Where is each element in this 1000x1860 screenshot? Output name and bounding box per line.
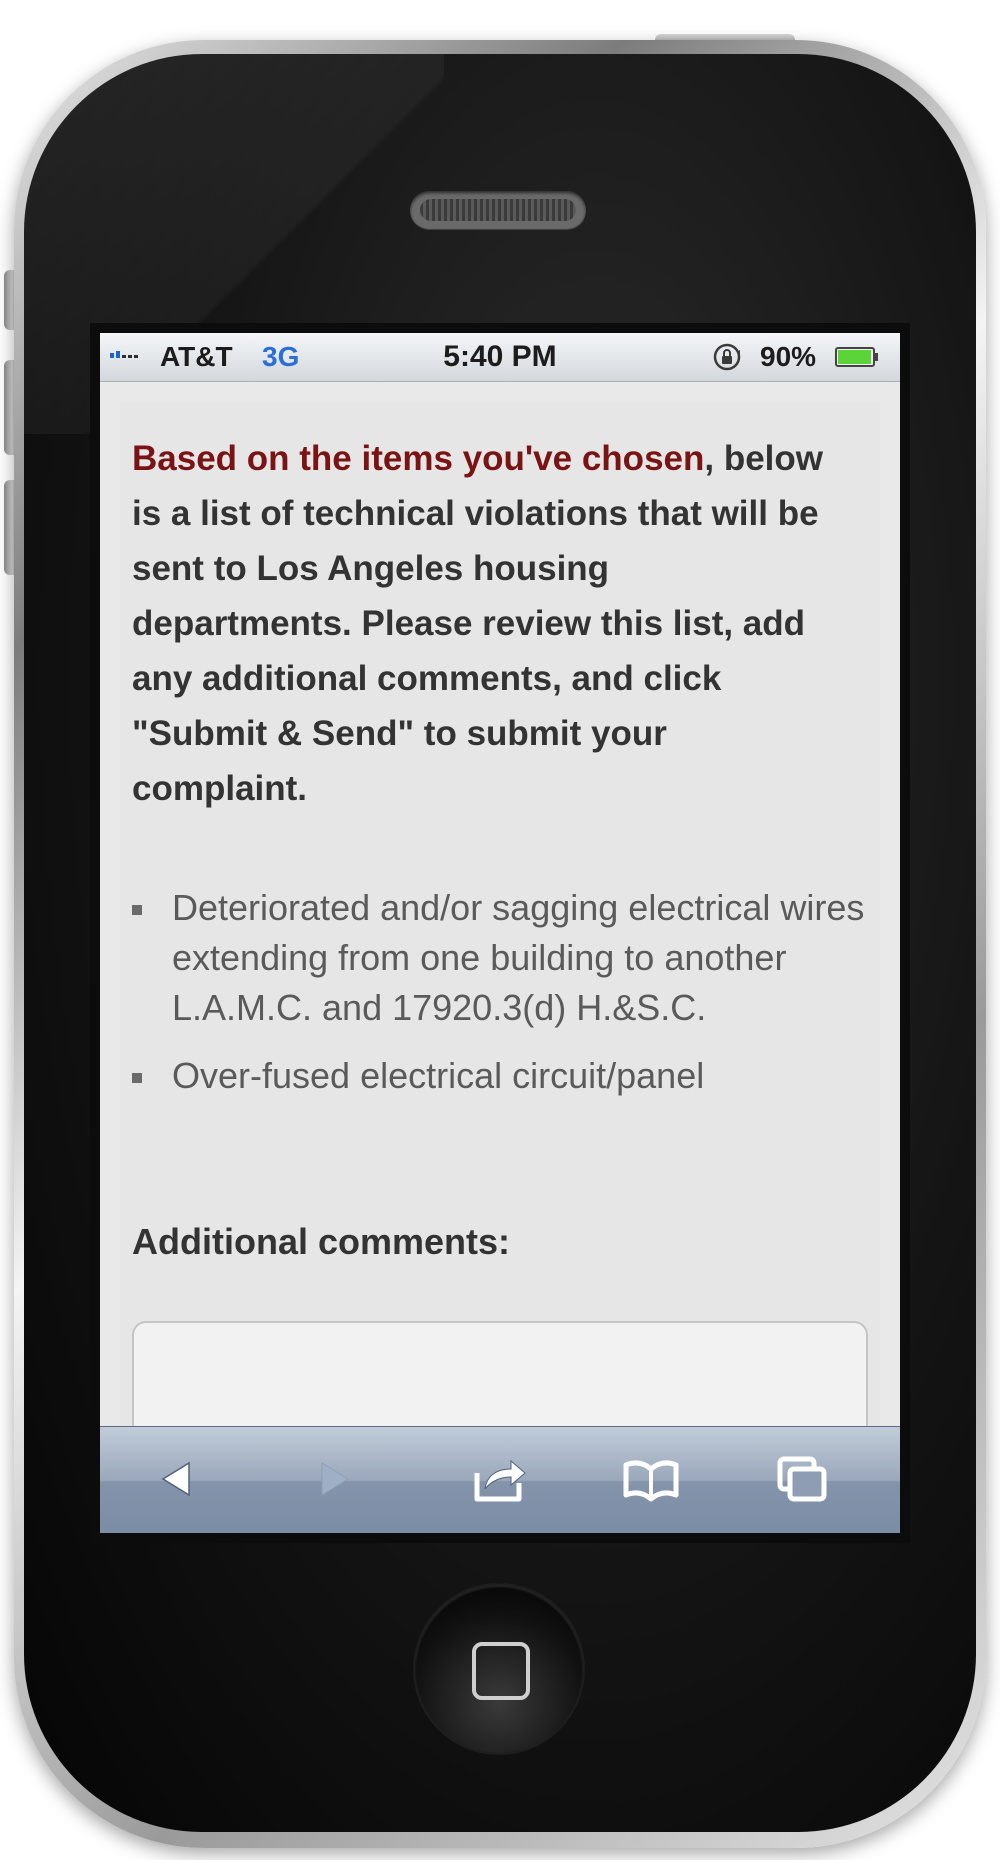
rotation-lock-icon xyxy=(713,343,741,371)
bullet-icon xyxy=(132,905,142,915)
comments-label: Additional comments: xyxy=(132,1221,511,1262)
list-item: Deteriorated and/or sagging electrical w… xyxy=(132,883,872,1033)
intro-paragraph: Based on the items you've chosen, below … xyxy=(120,401,832,816)
intro-text: , below is a list of technical violation… xyxy=(132,439,823,808)
bookmarks-icon[interactable] xyxy=(618,1449,684,1509)
battery-icon xyxy=(835,347,878,367)
phone-screen: AT&T 3G 5:40 PM 90% Based on the items y… xyxy=(100,333,900,1533)
back-icon[interactable] xyxy=(145,1449,211,1509)
violation-text: Deteriorated and/or sagging electrical w… xyxy=(172,887,865,1028)
stage: AT&T 3G 5:40 PM 90% Based on the items y… xyxy=(0,0,1000,1860)
list-item: Over-fused electrical circuit/panel xyxy=(132,1051,872,1101)
intro-highlight: Based on the items you've chosen xyxy=(132,439,705,478)
status-bar: AT&T 3G 5:40 PM 90% xyxy=(100,333,900,382)
bullet-icon xyxy=(132,1073,142,1083)
violations-list: Deteriorated and/or sagging electrical w… xyxy=(132,883,872,1119)
battery-percent: 90% xyxy=(760,341,817,372)
forward-icon[interactable] xyxy=(300,1449,366,1509)
browser-toolbar xyxy=(100,1426,900,1533)
tabs-icon[interactable] xyxy=(770,1449,836,1509)
home-button[interactable] xyxy=(415,1585,583,1753)
share-icon[interactable] xyxy=(467,1449,533,1509)
page-content: Based on the items you've chosen, below … xyxy=(120,401,880,1533)
earpiece-speaker xyxy=(410,191,586,229)
home-square-icon xyxy=(472,1642,530,1700)
violation-text: Over-fused electrical circuit/panel xyxy=(172,1055,705,1096)
